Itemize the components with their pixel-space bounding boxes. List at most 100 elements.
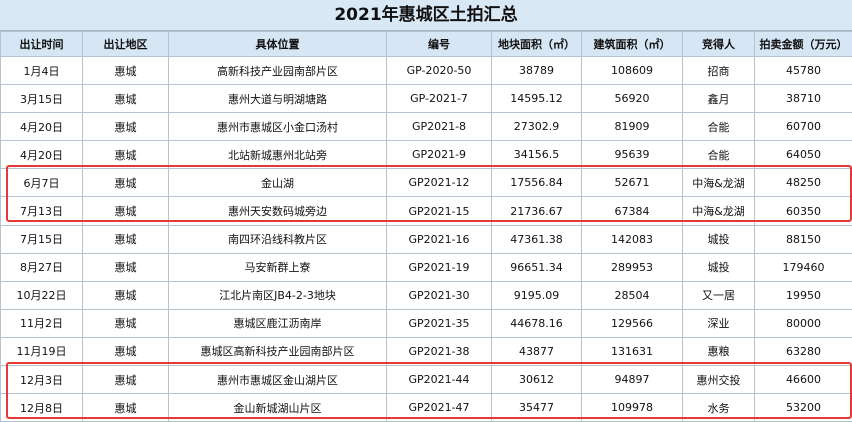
table-cell: 中海&龙湖 — [683, 197, 755, 225]
table-cell: 64050 — [755, 141, 852, 169]
table-cell: 合能 — [683, 113, 755, 141]
table-cell: 38710 — [755, 85, 852, 113]
table-cell: 惠州交投 — [683, 366, 755, 394]
table-cell: 惠城区鹿江沥南岸 — [169, 309, 387, 337]
table-cell: GP2021-8 — [387, 113, 492, 141]
table-cell: 又一居 — [683, 281, 755, 309]
table-cell: 94897 — [582, 366, 683, 394]
table-cell: 金山湖 — [169, 169, 387, 197]
column-header: 建筑面积（㎡） — [582, 32, 683, 57]
table-cell: 惠城 — [83, 113, 169, 141]
table-row: 7月15日惠城南四环沿线科教片区GP2021-1647361.38142083城… — [1, 225, 852, 253]
table-row: 1月4日惠城高新科技产业园南部片区GP-2020-5038789108609招商… — [1, 57, 852, 85]
table-cell: 131631 — [582, 337, 683, 365]
table-row: 12月3日惠城惠州市惠城区金山湖片区GP2021-443061294897惠州交… — [1, 366, 852, 394]
table-cell: 96651.34 — [492, 253, 582, 281]
table-cell: 6月7日 — [1, 169, 83, 197]
table-cell: 43877 — [492, 337, 582, 365]
table-cell: 1月4日 — [1, 57, 83, 85]
table-cell: 4月20日 — [1, 141, 83, 169]
table-cell: 惠城 — [83, 225, 169, 253]
table-cell: 北站新城惠州北站旁 — [169, 141, 387, 169]
column-header: 拍卖金额（万元） — [755, 32, 852, 57]
table-cell: GP2021-9 — [387, 141, 492, 169]
table-cell: 惠城区高新科技产业园南部片区 — [169, 337, 387, 365]
table-cell: GP2021-15 — [387, 197, 492, 225]
table-cell: GP2021-38 — [387, 337, 492, 365]
column-header: 出让地区 — [83, 32, 169, 57]
table-cell: 28504 — [582, 281, 683, 309]
column-header: 编号 — [387, 32, 492, 57]
table-cell: 惠城 — [83, 394, 169, 422]
table-cell: 179460 — [755, 253, 852, 281]
table-cell: 惠城 — [83, 141, 169, 169]
table-cell: 38789 — [492, 57, 582, 85]
table-cell: 鑫月 — [683, 85, 755, 113]
table-row: 12月8日惠城金山新城湖山片区GP2021-4735477109978水务532… — [1, 394, 852, 422]
table-cell: 44678.16 — [492, 309, 582, 337]
table-cell: 惠城 — [83, 281, 169, 309]
table-cell: 惠城 — [83, 337, 169, 365]
table-cell: 惠州市惠城区小金口汤村 — [169, 113, 387, 141]
table-cell: 中海&龙湖 — [683, 169, 755, 197]
table-cell: 60350 — [755, 197, 852, 225]
table-cell: 江北片南区JB4-2-3地块 — [169, 281, 387, 309]
table-cell: 城投 — [683, 253, 755, 281]
table-cell: 53200 — [755, 394, 852, 422]
table-cell: 南四环沿线科教片区 — [169, 225, 387, 253]
table-row: 11月19日惠城惠城区高新科技产业园南部片区GP2021-38438771316… — [1, 337, 852, 365]
table-cell: GP-2021-7 — [387, 85, 492, 113]
table-cell: 67384 — [582, 197, 683, 225]
table-cell: GP2021-44 — [387, 366, 492, 394]
table-row: 6月7日惠城金山湖GP2021-1217556.8452671中海&龙湖4825… — [1, 169, 852, 197]
table-cell: 19950 — [755, 281, 852, 309]
table-cell: 81909 — [582, 113, 683, 141]
table-cell: 27302.9 — [492, 113, 582, 141]
table-row: 7月13日惠城惠州天安数码城旁边GP2021-1521736.6767384中海… — [1, 197, 852, 225]
table-cell: 109978 — [582, 394, 683, 422]
table-cell: 惠城 — [83, 253, 169, 281]
table-cell: 7月15日 — [1, 225, 83, 253]
table-cell: 水务 — [683, 394, 755, 422]
table-cell: 48250 — [755, 169, 852, 197]
table-cell: 惠州市惠城区金山湖片区 — [169, 366, 387, 394]
table-cell: 深业 — [683, 309, 755, 337]
table-cell: 7月13日 — [1, 197, 83, 225]
table-cell: 高新科技产业园南部片区 — [169, 57, 387, 85]
table-header: 出让时间出让地区具体位置编号地块面积（㎡）建筑面积（㎡）竞得人拍卖金额（万元） — [1, 32, 852, 57]
table-row: 3月15日惠城惠州大道与明湖塘路GP-2021-714595.1256920鑫月… — [1, 85, 852, 113]
table-cell: 142083 — [582, 225, 683, 253]
table-body: 1月4日惠城高新科技产业园南部片区GP-2020-5038789108609招商… — [1, 57, 852, 422]
table-cell: 30612 — [492, 366, 582, 394]
table-row: 11月2日惠城惠城区鹿江沥南岸GP2021-3544678.16129566深业… — [1, 309, 852, 337]
table-cell: 11月2日 — [1, 309, 83, 337]
table-cell: 63280 — [755, 337, 852, 365]
table-cell: 惠城 — [83, 169, 169, 197]
table-cell: GP2021-19 — [387, 253, 492, 281]
table-cell: GP2021-35 — [387, 309, 492, 337]
table-cell: 8月27日 — [1, 253, 83, 281]
table-cell: 4月20日 — [1, 113, 83, 141]
table-cell: 惠州天安数码城旁边 — [169, 197, 387, 225]
table-cell: GP2021-16 — [387, 225, 492, 253]
table-cell: 289953 — [582, 253, 683, 281]
table-cell: GP2021-47 — [387, 394, 492, 422]
table-cell: 52671 — [582, 169, 683, 197]
table-cell: 45780 — [755, 57, 852, 85]
table-cell: 3月15日 — [1, 85, 83, 113]
land-auction-table: 出让时间出让地区具体位置编号地块面积（㎡）建筑面积（㎡）竞得人拍卖金额（万元） … — [0, 31, 852, 422]
column-header: 具体位置 — [169, 32, 387, 57]
table-cell: 88150 — [755, 225, 852, 253]
table-row: 8月27日惠城马安新群上寮GP2021-1996651.34289953城投17… — [1, 253, 852, 281]
table-row: 10月22日惠城江北片南区JB4-2-3地块GP2021-309195.0928… — [1, 281, 852, 309]
table-cell: 金山新城湖山片区 — [169, 394, 387, 422]
table-cell: 108609 — [582, 57, 683, 85]
table-cell: 12月3日 — [1, 366, 83, 394]
table-cell: 56920 — [582, 85, 683, 113]
table-cell: 80000 — [755, 309, 852, 337]
table-cell: 惠州大道与明湖塘路 — [169, 85, 387, 113]
table-cell: 惠城 — [83, 309, 169, 337]
table-cell: 9195.09 — [492, 281, 582, 309]
table-cell: 11月19日 — [1, 337, 83, 365]
column-header: 地块面积（㎡） — [492, 32, 582, 57]
